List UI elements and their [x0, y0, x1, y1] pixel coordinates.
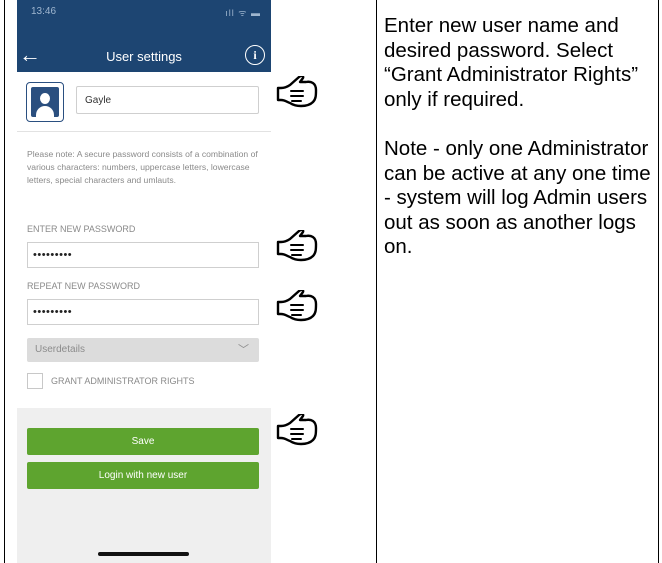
userdetails-label: Userdetails	[35, 344, 86, 355]
admin-rights-row[interactable]: GRANT ADMINISTRATOR RIGHTS	[27, 372, 267, 392]
info-icon[interactable]: i	[245, 45, 265, 65]
instructions-text: Enter new user name and desired password…	[384, 14, 656, 260]
nav-bar: ← User settings i	[17, 38, 271, 72]
pointing-hand-icon	[276, 414, 318, 446]
save-button[interactable]: Save	[27, 428, 259, 455]
admin-rights-label: GRANT ADMINISTRATOR RIGHTS	[51, 376, 195, 386]
status-time: 13:46	[31, 6, 57, 17]
userdetails-dropdown[interactable]: Userdetails ﹀	[27, 338, 259, 362]
password-note: Please note: A secure password consists …	[27, 149, 258, 185]
divider	[17, 131, 271, 132]
user-row: Gayle	[17, 80, 271, 130]
table-border-right	[658, 0, 659, 563]
repeat-password-label: REPEAT NEW PASSWORD	[27, 281, 141, 291]
chevron-down-icon: ﹀	[238, 344, 249, 356]
username-input[interactable]: Gayle	[76, 86, 259, 114]
pointing-hand-icon	[276, 76, 318, 108]
page-title: User settings	[106, 49, 182, 64]
enter-password-input[interactable]: •••••••••	[27, 242, 259, 268]
login-new-user-button[interactable]: Login with new user	[27, 462, 259, 489]
phone-screenshot: 13:46 ıll ᯤ ▬ ← User settings i Gayle Pl…	[17, 0, 271, 563]
table-border-left	[4, 0, 5, 563]
home-indicator	[98, 552, 189, 556]
repeat-password-input[interactable]: •••••••••	[27, 299, 259, 325]
enter-password-label: ENTER NEW PASSWORD	[27, 224, 136, 234]
instructions-paragraph: Enter new user name and desired password…	[384, 14, 639, 111]
table-border-middle	[376, 0, 377, 563]
status-bar: 13:46 ıll ᯤ ▬	[17, 0, 271, 38]
status-icons: ıll ᯤ ▬	[225, 8, 261, 18]
user-avatar-icon	[26, 82, 64, 122]
admin-rights-checkbox[interactable]	[27, 373, 43, 389]
pointing-hand-icon	[276, 290, 318, 322]
instructions-paragraph: Note - only one Administrator can be act…	[384, 136, 651, 259]
pointing-hand-icon	[276, 230, 318, 262]
